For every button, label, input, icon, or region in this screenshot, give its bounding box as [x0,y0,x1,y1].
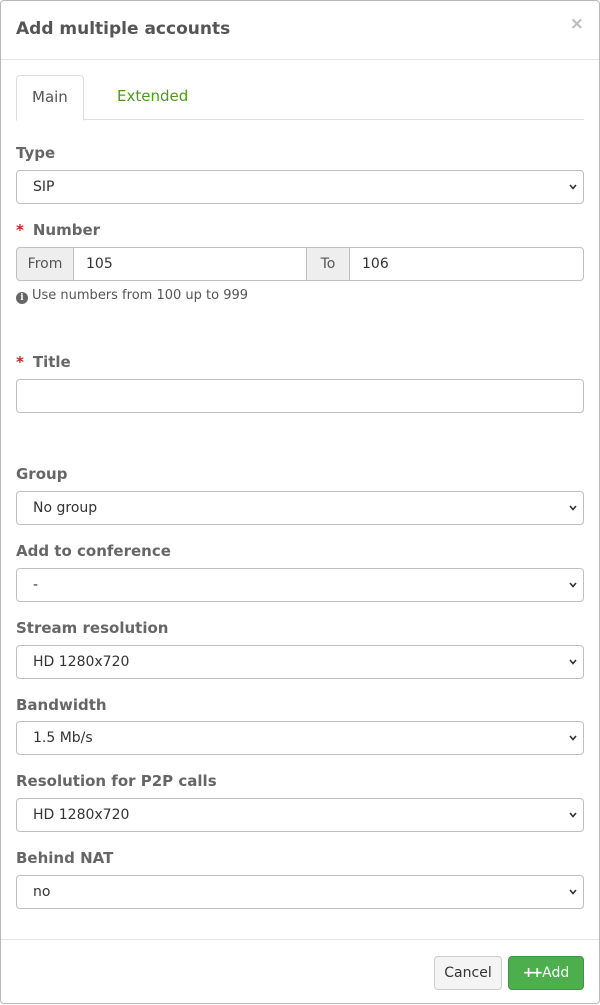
bandwidth-value: 1.5 Mb/s [33,730,93,746]
title-label: * Title [16,353,71,371]
number-from-input[interactable]: 105 [74,247,307,281]
number-help-label: Use numbers from 100 up to 999 [32,288,249,303]
chevron-down-icon [569,659,577,665]
number-to-input[interactable]: 106 [350,247,584,281]
required-mark: * [16,221,24,239]
dialog-title: Add multiple accounts [16,19,231,39]
close-icon[interactable]: × [570,16,584,33]
add-button[interactable]: ++ Add [508,956,584,990]
behind-nat-label: Behind NAT [16,849,114,867]
number-range-group: From 105 To 106 [16,247,584,281]
dialog-footer: Cancel ++ Add [1,939,599,1005]
tab-bar: Main Extended [16,75,584,121]
dialog-header: Add multiple accounts × [1,1,599,60]
type-select-value: SIP [33,179,55,195]
required-mark: * [16,353,24,371]
conference-select[interactable]: - [16,568,584,602]
group-select[interactable]: No group [16,491,584,525]
chevron-down-icon [569,505,577,511]
bandwidth-label: Bandwidth [16,696,107,714]
add-accounts-dialog: Add multiple accounts × Main Extended Ty… [0,0,600,1004]
p2p-resolution-label: Resolution for P2P calls [16,772,217,790]
cancel-button[interactable]: Cancel [434,956,502,990]
bandwidth-select[interactable]: 1.5 Mb/s [16,721,584,755]
info-icon: i [16,292,28,304]
type-select[interactable]: SIP [16,170,584,204]
chevron-down-icon [569,735,577,741]
number-label: * Number [16,221,100,239]
tab-main[interactable]: Main [16,75,84,121]
chevron-down-icon [569,812,577,818]
chevron-down-icon [569,889,577,895]
stream-resolution-select[interactable]: HD 1280x720 [16,645,584,679]
to-addon: To [307,247,350,281]
p2p-resolution-value: HD 1280x720 [33,807,130,823]
chevron-down-icon [569,582,577,588]
type-label: Type [16,144,56,162]
from-addon: From [16,247,74,281]
p2p-resolution-select[interactable]: HD 1280x720 [16,798,584,832]
number-label-text: Number [32,221,101,239]
title-input[interactable] [16,379,584,413]
conference-select-value: - [33,577,39,593]
stream-resolution-value: HD 1280x720 [33,654,130,670]
title-label-text: Title [32,353,71,371]
tab-extended[interactable]: Extended [102,75,203,120]
number-help-text: i Use numbers from 100 up to 999 [16,288,248,304]
stream-resolution-label: Stream resolution [16,619,169,637]
behind-nat-select[interactable]: no [16,875,584,909]
behind-nat-value: no [33,884,51,900]
plus-icon: ++ [522,965,544,981]
group-select-value: No group [33,500,98,516]
conference-label: Add to conference [16,542,171,560]
add-button-label: Add [542,965,570,981]
group-label: Group [16,465,68,483]
chevron-down-icon [569,184,577,190]
